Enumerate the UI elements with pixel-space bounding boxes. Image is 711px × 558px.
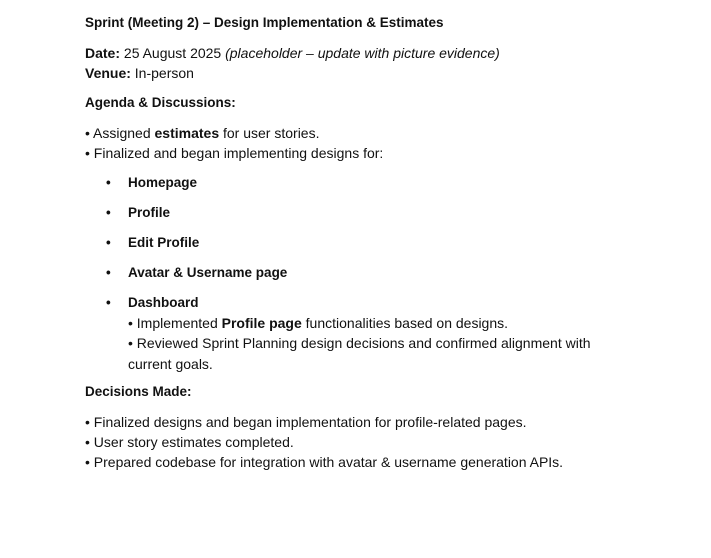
agenda-item-text: Finalized and began implementing designs… [93, 145, 384, 161]
note-prefix: Implemented [136, 315, 222, 331]
decision-item: • User story estimates completed. [85, 434, 294, 450]
design-page-label: Dashboard [128, 295, 199, 310]
bullet: • [128, 315, 133, 331]
dashboard-note: • Implemented Profile page functionaliti… [128, 313, 685, 333]
design-page-dashboard: • Dashboard [85, 293, 685, 313]
design-page-label: Homepage [128, 175, 198, 190]
design-page-label: Edit Profile [128, 235, 200, 250]
agenda-item: • Finalized and began implementing desig… [85, 143, 685, 163]
date-value: 25 August 2025 [123, 45, 222, 61]
note-suffix: functionalities based on designs. [301, 315, 509, 331]
decision-item: • Finalized designs and began implementa… [85, 414, 527, 430]
decision-item: • Prepared codebase for integration with… [85, 454, 564, 470]
agenda-item-prefix: Assigned [93, 125, 155, 141]
agenda-heading: Agenda & Discussions: [85, 95, 236, 110]
design-page-edit-profile: • Edit Profile [85, 233, 685, 253]
bullet: • [106, 265, 111, 280]
bullet: • [85, 145, 90, 161]
bullet: • [128, 335, 133, 351]
bullet: • [106, 175, 111, 190]
dashboard-notes: • Implemented Profile page functionaliti… [85, 313, 685, 374]
design-page-avatar-username: • Avatar & Username page [85, 263, 685, 283]
design-page-label: Avatar & Username page [128, 265, 288, 280]
design-page-homepage: • Homepage [85, 173, 685, 193]
agenda-item-bold: estimates [154, 125, 220, 141]
venue-value: In-person [134, 65, 194, 81]
date-label: Date: [85, 45, 121, 61]
design-page-label: Profile [128, 205, 171, 220]
note-text: Reviewed Sprint Planning design decision… [128, 335, 591, 372]
dashboard-note: • Reviewed Sprint Planning design decisi… [128, 333, 608, 374]
note-bold: Profile page [221, 315, 302, 331]
bullet: • [106, 295, 111, 310]
document-body: Sprint (Meeting 2) – Design Implementati… [85, 13, 685, 472]
meeting-title: Sprint (Meeting 2) – Design Implementati… [85, 15, 444, 30]
agenda-item-suffix: for user stories. [219, 125, 320, 141]
design-pages-list: • Homepage • Profile • Edit Profile • Avatar… [85, 173, 685, 313]
venue-label: Venue: [85, 65, 131, 81]
bullet: • [85, 125, 90, 141]
bullet: • [106, 205, 111, 220]
date-line: Date: 25 August 2025 (placeholder – upda… [85, 43, 685, 63]
decisions-heading: Decisions Made: [85, 384, 192, 399]
bullet: • [106, 235, 111, 250]
date-note: (placeholder – update with picture evide… [225, 45, 500, 61]
venue-line: Venue: In-person [85, 63, 685, 83]
design-page-profile: • Profile [85, 203, 685, 223]
agenda-item: • Assigned estimates for user stories. [85, 123, 685, 143]
